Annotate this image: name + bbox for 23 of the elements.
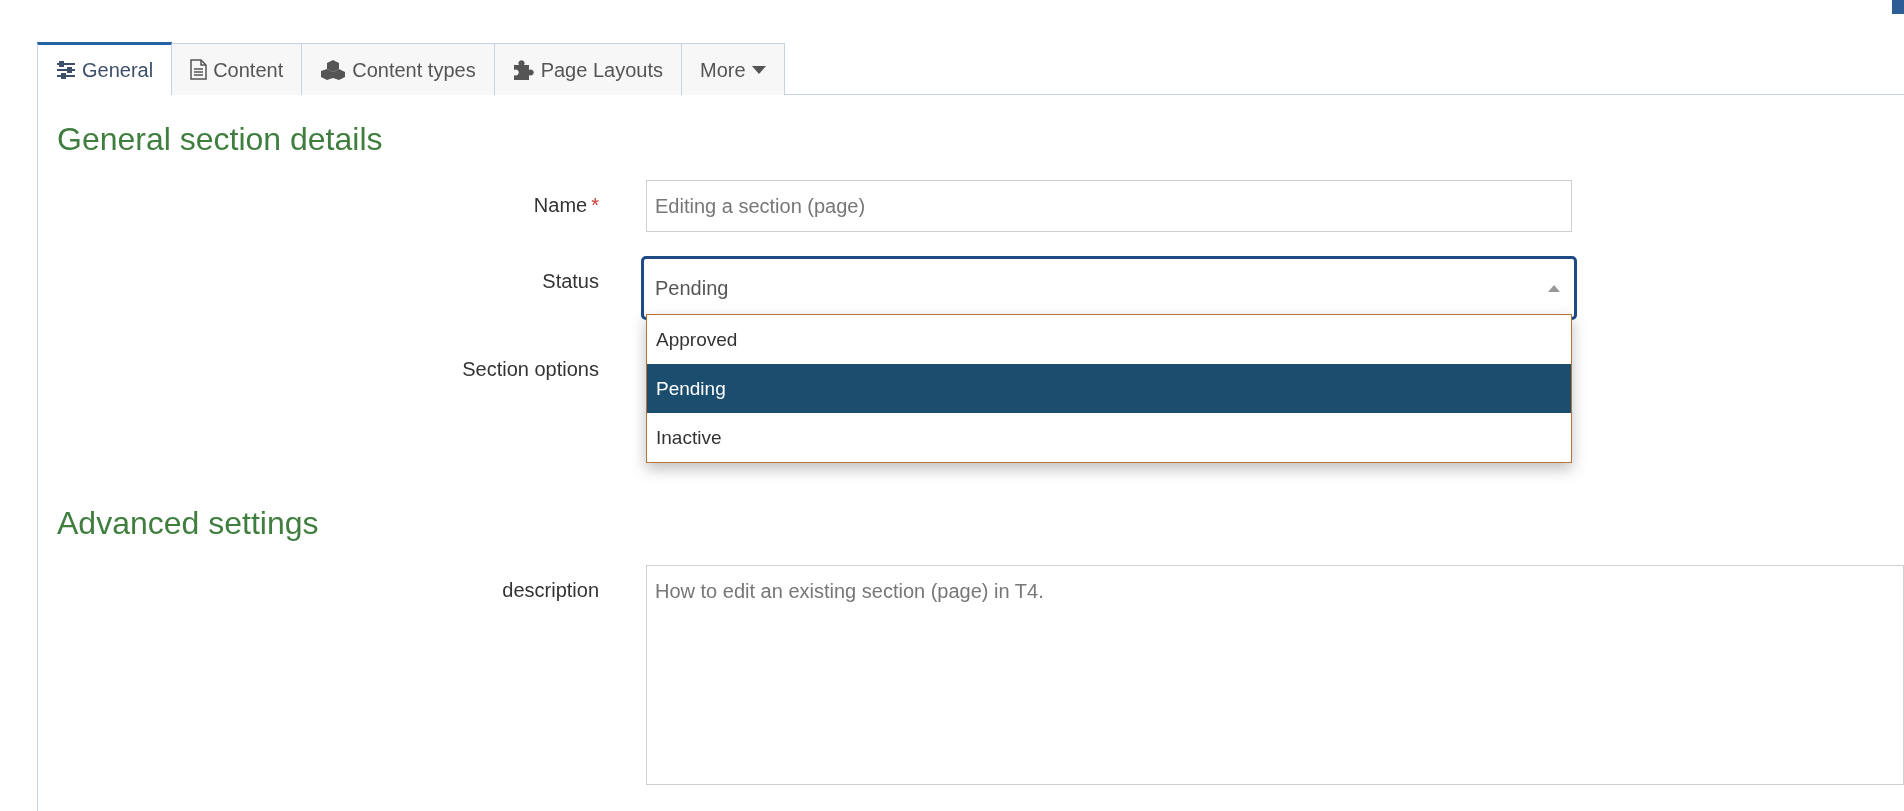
name-field[interactable]: Editing a section (page) [646, 180, 1572, 233]
tab[interactable]: Content types [302, 43, 495, 95]
tab[interactable]: More [681, 43, 785, 95]
field-label: Status [541, 269, 599, 295]
field-label: Section options [461, 357, 599, 383]
caret-icon [1548, 284, 1560, 292]
description-field[interactable]: How to edit an existing section (page) in T4. [646, 564, 1904, 785]
sliders-icon [56, 61, 76, 79]
corner-marker [1892, 0, 1904, 14]
cubes-icon [320, 59, 347, 80]
dropdown-option[interactable]: Inactive [647, 413, 1571, 463]
required-mark: * [591, 194, 599, 217]
tab[interactable]: Content [172, 43, 303, 95]
label-text: Name [533, 194, 588, 217]
tab[interactable]: Page Layouts [494, 43, 682, 95]
puzzle-icon [512, 59, 535, 80]
field-label: description [501, 577, 599, 603]
section-heading: General section details [57, 120, 384, 159]
dropdown-option[interactable]: Pending [647, 364, 1571, 414]
section-heading: Advanced settings [57, 504, 320, 543]
document-icon [190, 59, 208, 80]
caret-icon [751, 65, 766, 74]
tab[interactable]: General [37, 42, 173, 95]
